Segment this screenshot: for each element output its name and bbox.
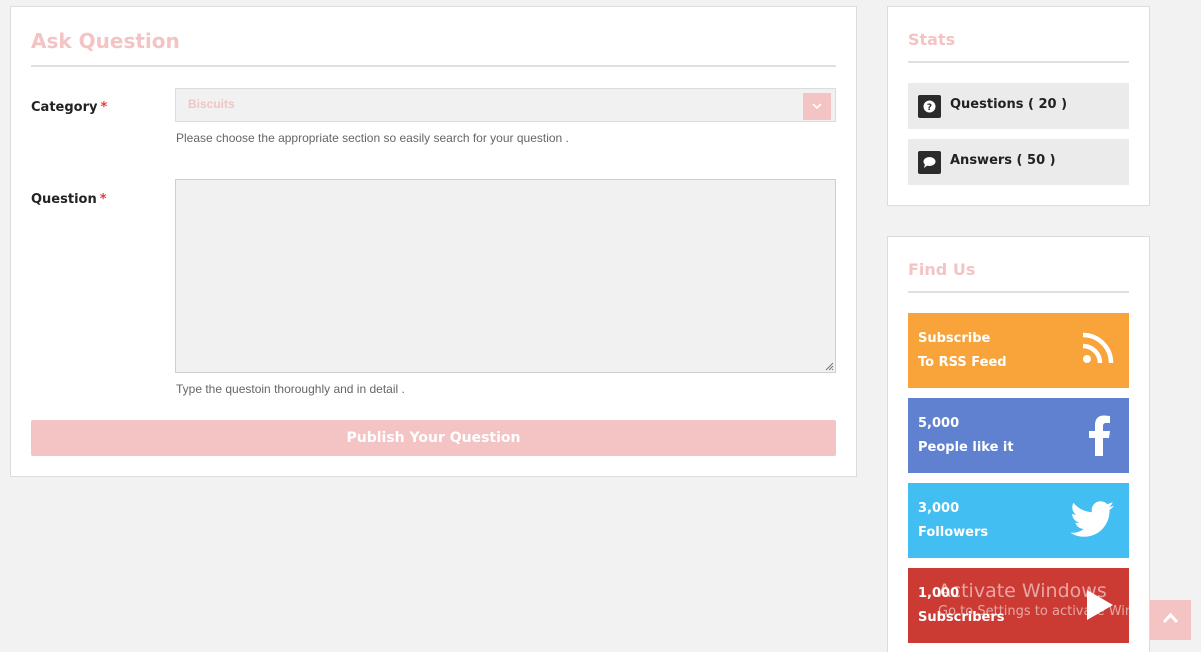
publish-question-button[interactable]: Publish Your Question: [31, 420, 836, 456]
category-label: Category *: [31, 100, 108, 115]
stat-answers-label: Answers ( 50 ): [950, 153, 1056, 168]
ask-question-panel: Ask Question Category * Biscuits Please c…: [10, 6, 857, 477]
watermark-title: Activate Windows: [938, 580, 1107, 602]
twitter-link[interactable]: 3,000 Followers: [908, 483, 1129, 558]
twitter-caption: Followers: [918, 525, 989, 540]
facebook-icon: [1089, 415, 1110, 456]
chevron-down-icon[interactable]: [803, 93, 831, 120]
question-icon: ?: [918, 95, 941, 118]
category-hint: Please choose the appropriate section so…: [176, 131, 569, 145]
stat-questions[interactable]: ? Questions ( 20 ): [908, 83, 1129, 129]
rss-line1: Subscribe: [918, 331, 991, 346]
find-us-divider: [908, 291, 1129, 293]
resize-handle-icon: [825, 362, 834, 371]
stats-widget: Stats ? Questions ( 20 ) Answers ( 50 ): [887, 6, 1150, 206]
question-textarea[interactable]: [175, 179, 836, 373]
stats-divider: [908, 61, 1129, 63]
required-mark: *: [100, 100, 108, 115]
question-hint: Type the questoin thoroughly and in deta…: [176, 382, 405, 396]
required-mark: *: [99, 192, 107, 207]
back-to-top-button[interactable]: [1150, 600, 1191, 640]
title-divider: [31, 65, 836, 67]
stats-title: Stats: [908, 30, 956, 49]
stat-answers[interactable]: Answers ( 50 ): [908, 139, 1129, 185]
comment-icon: [918, 151, 941, 174]
rss-line2: To RSS Feed: [918, 355, 1007, 370]
facebook-count: 5,000: [918, 416, 960, 431]
facebook-link[interactable]: 5,000 People like it: [908, 398, 1129, 473]
watermark-subtitle: Go to Settings to activate Windows.: [938, 604, 1171, 619]
twitter-icon: [1070, 501, 1114, 537]
find-us-title: Find Us: [908, 260, 976, 279]
category-selected-value: Biscuits: [188, 97, 235, 111]
category-select[interactable]: Biscuits: [175, 88, 836, 122]
windows-activation-watermark: Activate Windows Go to Settings to activ…: [938, 580, 1171, 619]
chevron-up-icon: [1162, 612, 1179, 624]
svg-text:?: ?: [927, 103, 932, 113]
ask-question-title: Ask Question: [31, 29, 180, 53]
facebook-caption: People like it: [918, 440, 1014, 455]
rss-feed-link[interactable]: Subscribe To RSS Feed: [908, 313, 1129, 388]
twitter-count: 3,000: [918, 501, 960, 516]
rss-icon: [1082, 332, 1114, 364]
stat-questions-label: Questions ( 20 ): [950, 97, 1068, 112]
question-label: Question *: [31, 192, 107, 207]
